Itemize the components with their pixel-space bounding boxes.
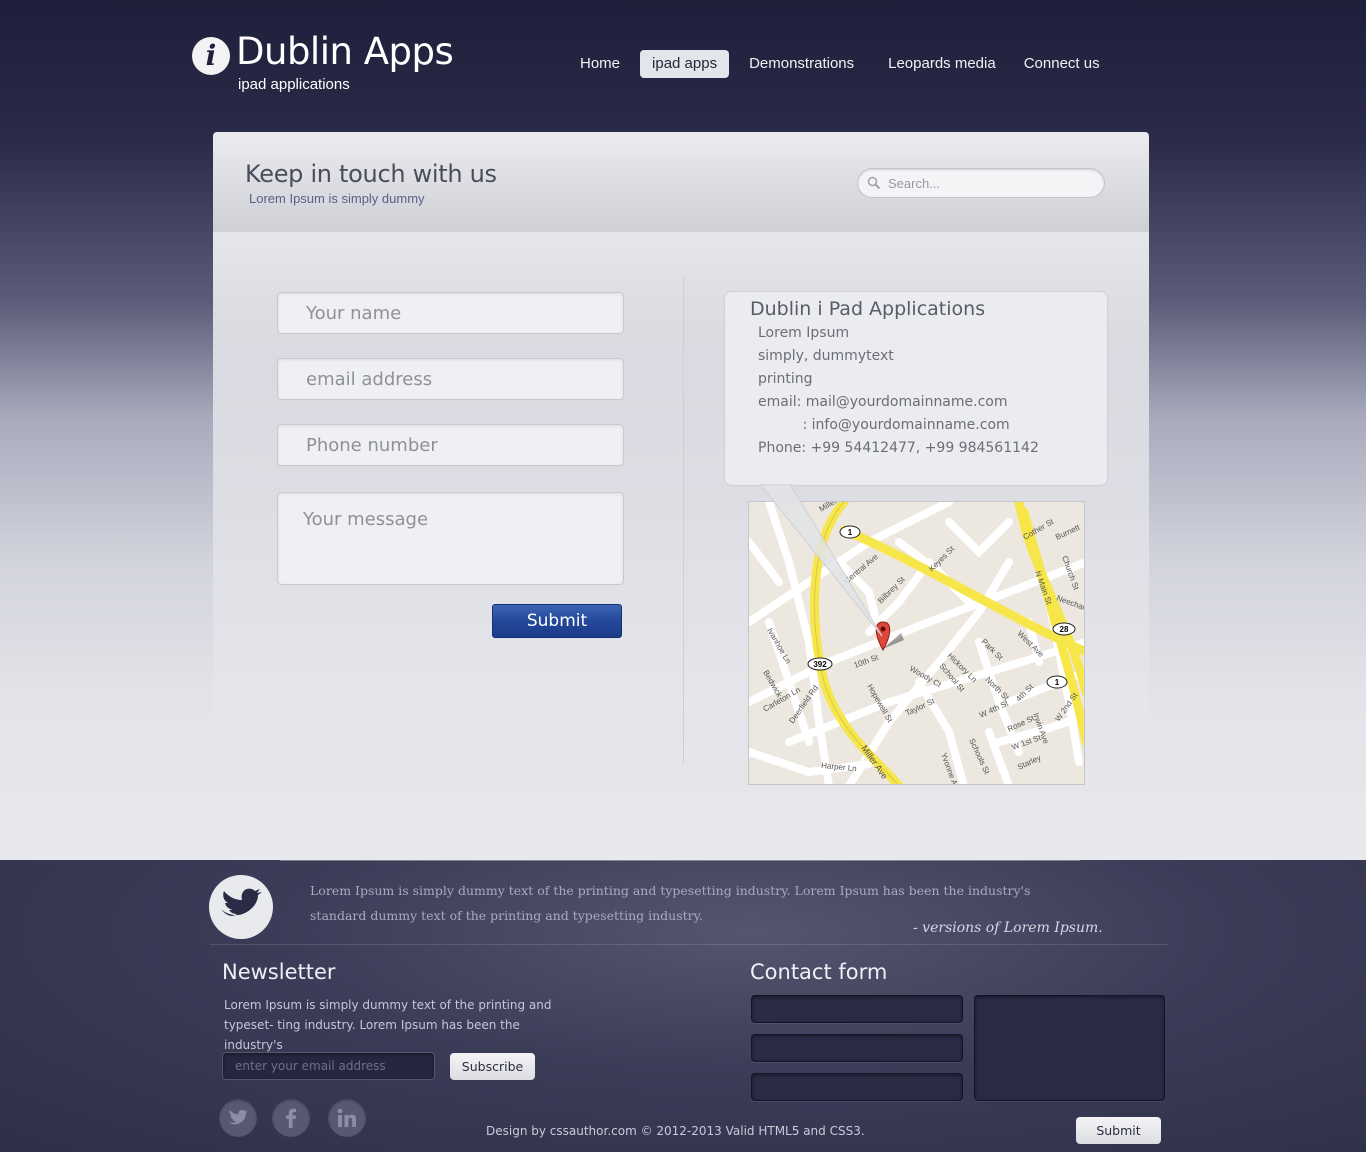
linkedin-icon[interactable]	[328, 1099, 366, 1137]
message-field[interactable]	[278, 493, 623, 584]
nav-home[interactable]: Home	[568, 50, 632, 78]
search-box	[857, 168, 1105, 198]
route-shield: 1	[1055, 678, 1060, 687]
footer-contact-field	[751, 995, 963, 1023]
main-nav: Home ipad apps Demonstrations Leopards m…	[568, 50, 1112, 78]
copyright: Design by cssauthor.com © 2012-2013 Vali…	[486, 1124, 865, 1138]
name-field[interactable]	[278, 293, 623, 333]
contact-info-phone: Phone: +99 54412477, +99 984561142	[758, 440, 1039, 456]
footer-submit-button[interactable]: Submit	[1076, 1117, 1161, 1144]
phone-field[interactable]	[278, 425, 623, 465]
tweet-source: - versions of Lorem Ipsum.	[913, 920, 1103, 936]
footer-message-wrap	[974, 995, 1165, 1101]
twitter-icon[interactable]	[219, 1099, 257, 1137]
nav-connect-us[interactable]: Connect us	[1012, 50, 1112, 78]
logo-badge-icon: i	[192, 37, 230, 75]
subscribe-button[interactable]: Subscribe	[450, 1053, 535, 1080]
route-shield: 392	[813, 660, 827, 669]
facebook-icon[interactable]	[272, 1099, 310, 1137]
footer-contact-field	[751, 1073, 963, 1101]
contact-info-line: Lorem Ipsum	[758, 325, 850, 341]
footer-email-input[interactable]	[752, 1035, 962, 1061]
nav-leopards-media[interactable]: Leopards media	[876, 50, 1008, 78]
column-divider	[683, 276, 684, 764]
nav-demonstrations[interactable]: Demonstrations	[737, 50, 866, 78]
twitter-bird-icon	[221, 888, 262, 916]
site-subtitle: ipad applications	[238, 76, 350, 93]
newsletter-text: Lorem Ipsum is simply dummy text of the …	[224, 998, 552, 1052]
contact-form-title: Contact form	[750, 960, 888, 984]
footer-contact-field	[751, 1034, 963, 1062]
site-title: Dublin Apps	[236, 30, 454, 73]
search-input[interactable]	[888, 173, 1088, 193]
contact-info-line: simply, dummytext	[758, 348, 894, 364]
contact-info-email: email: mail@yourdomainname.com	[758, 394, 1008, 410]
submit-button[interactable]: Submit	[492, 604, 622, 638]
nav-ipad-apps[interactable]: ipad apps	[640, 50, 730, 78]
footer-divider	[280, 860, 1080, 861]
footer-phone-input[interactable]	[752, 1074, 962, 1100]
message-field-wrap	[277, 492, 624, 585]
newsletter-email-input[interactable]	[223, 1053, 434, 1079]
newsletter-title: Newsletter	[222, 960, 336, 984]
footer-message-input[interactable]	[975, 996, 1164, 1100]
email-field-wrap	[277, 358, 624, 400]
newsletter-input-wrap	[222, 1052, 435, 1080]
search-icon	[867, 176, 881, 190]
page-subtitle: Lorem Ipsum is simply dummy	[249, 191, 425, 206]
page-title: Keep in touch with us	[245, 160, 497, 188]
route-shield: 28	[1060, 625, 1069, 634]
email-field[interactable]	[278, 359, 623, 399]
name-field-wrap	[277, 292, 624, 334]
contact-info-box	[724, 291, 1108, 486]
contact-info-line: printing	[758, 371, 813, 387]
contact-info-email-2: : info@yourdomainname.com	[758, 417, 1010, 433]
twitter-badge[interactable]	[209, 875, 273, 939]
footer-separator	[210, 944, 1168, 945]
phone-field-wrap	[277, 424, 624, 466]
footer-name-input[interactable]	[752, 996, 962, 1022]
contact-info-title: Dublin i Pad Applications	[750, 298, 986, 320]
callout-pointer	[760, 484, 883, 637]
